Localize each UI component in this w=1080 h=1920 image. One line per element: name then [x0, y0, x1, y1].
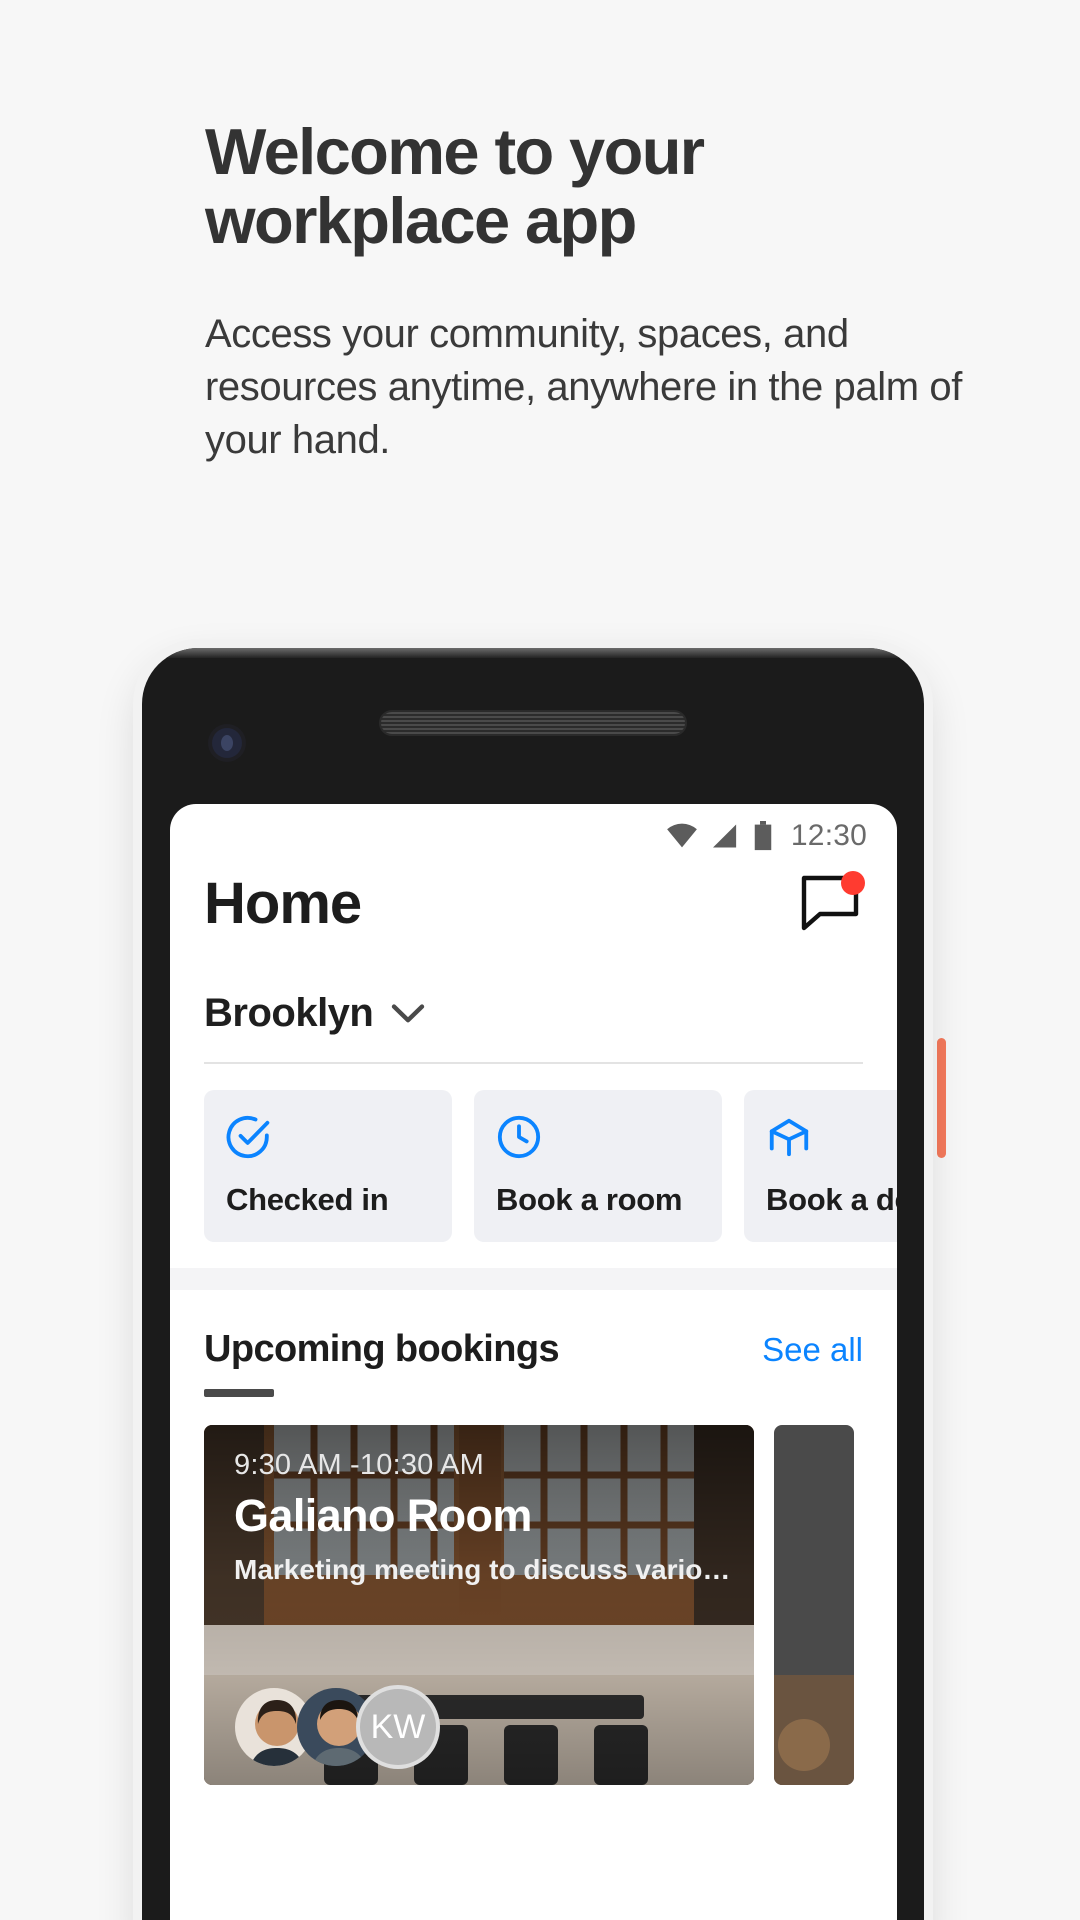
page-title: Welcome to your workplace app: [205, 115, 705, 257]
phone-mockup: 12:30 Home Brooklyn Checked in Book a ro…: [142, 648, 924, 1920]
quick-action-label: Checked in: [226, 1182, 389, 1217]
quick-action-label: Book a desk: [766, 1182, 897, 1217]
screen-title: Home: [204, 871, 362, 936]
phone-bezel: [142, 648, 924, 658]
location-name: Brooklyn: [204, 991, 374, 1035]
clock-icon: [497, 1115, 541, 1159]
battery-icon: [754, 821, 772, 851]
check-circle-icon: [226, 1115, 270, 1159]
wifi-icon: [667, 823, 697, 848]
section-title: Upcoming bookings: [204, 1328, 560, 1370]
quick-actions-carousel[interactable]: Checked in Book a room Book a desk: [170, 1064, 897, 1242]
status-bar-time: 12:30: [790, 819, 867, 852]
phone-screen: 12:30 Home Brooklyn Checked in Book a ro…: [170, 804, 897, 1920]
attendee-avatars[interactable]: KW: [232, 1685, 440, 1769]
see-all-link[interactable]: See all: [762, 1331, 863, 1369]
booking-room-photo: [774, 1425, 854, 1785]
chat-button[interactable]: [801, 870, 865, 933]
status-bar: 12:30: [170, 804, 897, 860]
unread-badge-dot: [841, 870, 865, 895]
hero-subtitle: Access your community, spaces, and resou…: [205, 311, 962, 463]
booking-card-peek[interactable]: [774, 1425, 854, 1785]
desk-icon: [769, 1118, 809, 1157]
earpiece-speaker: [379, 710, 687, 736]
booking-time: 9:30 AM -10:30 AM: [234, 1449, 485, 1481]
front-camera-icon: [212, 728, 242, 758]
quick-action-label: Book a room: [496, 1182, 683, 1217]
app-header: Home: [170, 860, 897, 937]
bookings-carousel[interactable]: 9:30 AM -10:30 AM Galiano Room Marketing…: [170, 1397, 897, 1785]
booking-description: Marketing meeting to discuss various...: [234, 1554, 732, 1585]
booking-card[interactable]: 9:30 AM -10:30 AM Galiano Room Marketing…: [204, 1425, 754, 1785]
booking-card-text: 9:30 AM -10:30 AM Galiano Room Marketing…: [234, 1449, 732, 1586]
cell-signal-icon: [712, 824, 737, 848]
quick-action-book-a-desk[interactable]: Book a desk: [744, 1090, 897, 1242]
avatar-initials[interactable]: KW: [356, 1685, 440, 1769]
booking-room-name: Galiano Room: [234, 1490, 532, 1541]
section-underline-accent: [204, 1389, 274, 1397]
quick-action-checked-in[interactable]: Checked in: [204, 1090, 452, 1242]
hero-section: Welcome to your workplace app Access you…: [205, 115, 965, 467]
chevron-down-icon: [392, 1003, 425, 1022]
location-selector[interactable]: Brooklyn: [170, 937, 897, 1036]
upcoming-bookings-header: Upcoming bookings See all: [170, 1290, 897, 1371]
quick-action-book-a-room[interactable]: Book a room: [474, 1090, 722, 1242]
section-separator: [170, 1268, 897, 1290]
side-accent-bar: [937, 1038, 946, 1158]
